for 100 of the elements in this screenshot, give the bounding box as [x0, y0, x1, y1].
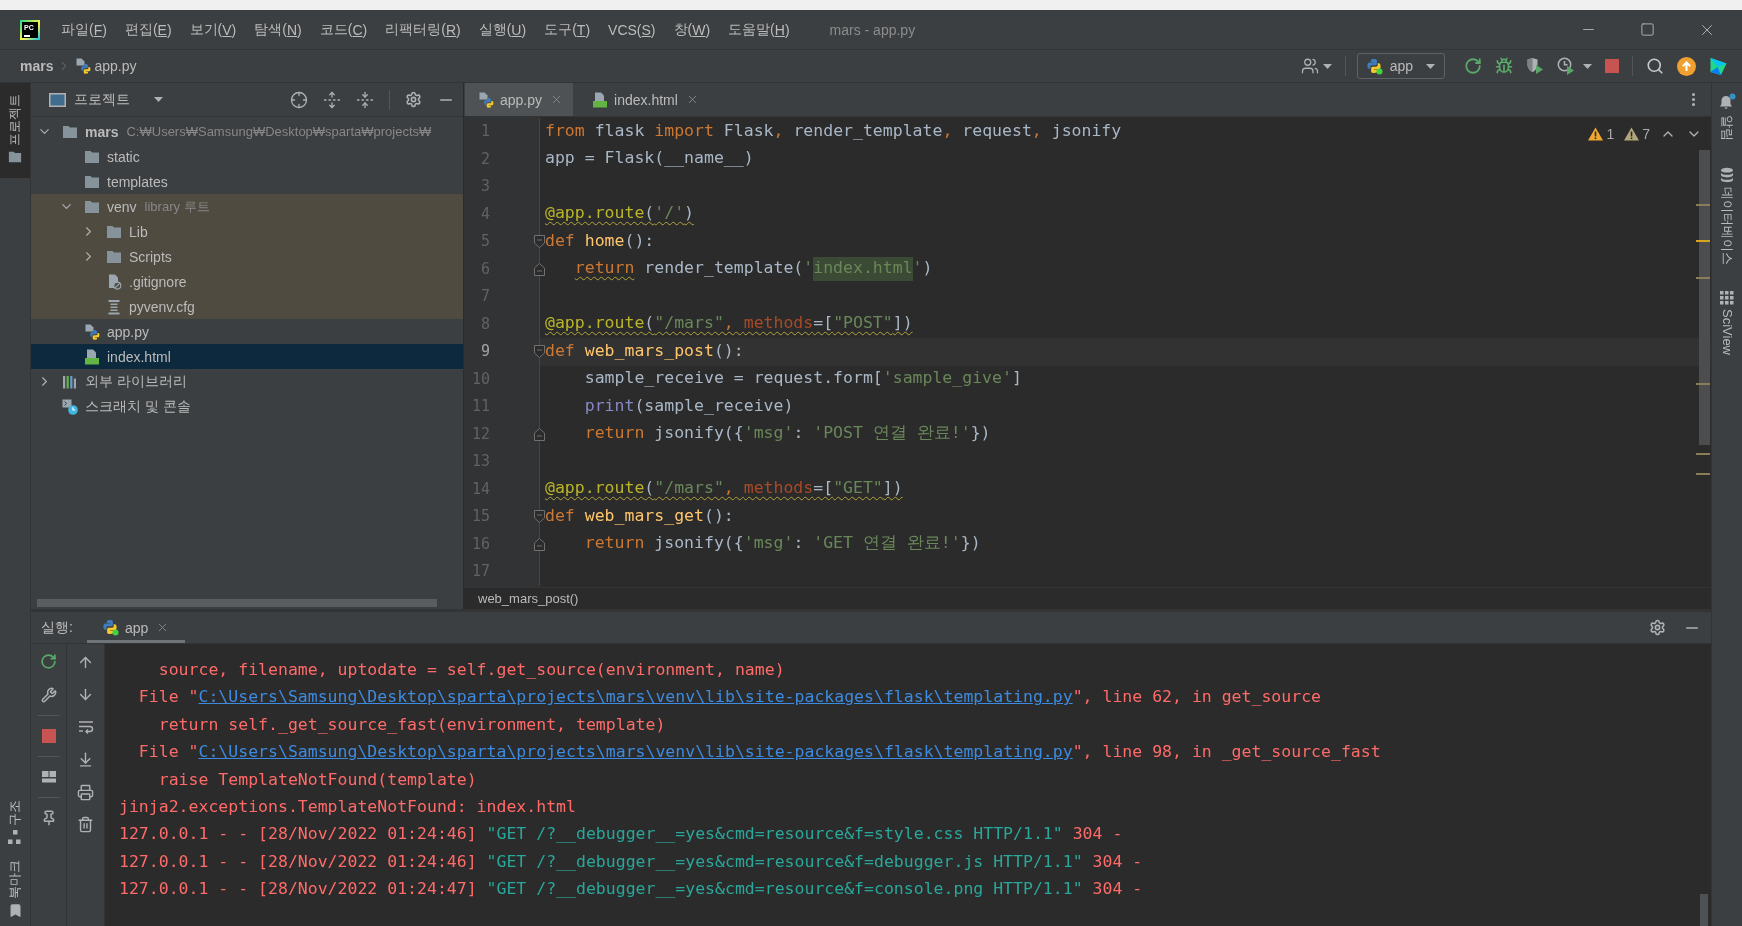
maximize-icon[interactable] — [1640, 22, 1655, 37]
menu-item[interactable]: 코드(C) — [310, 15, 377, 44]
inspection-counter[interactable]: 7 — [1624, 126, 1650, 142]
tree-item[interactable]: Scripts — [31, 244, 463, 269]
unfold-icon[interactable] — [323, 90, 341, 109]
database-icon — [1719, 167, 1735, 183]
tree-item[interactable]: templates — [31, 169, 174, 194]
tree-item[interactable]: Lib — [31, 219, 463, 244]
vertical-scrollbar[interactable] — [1699, 150, 1710, 445]
search-icon[interactable] — [1646, 57, 1664, 75]
python-file-icon — [478, 91, 494, 108]
tool-window-button[interactable]: 북마크 — [0, 852, 30, 926]
settings-icon[interactable] — [405, 91, 422, 108]
caret-icon[interactable] — [1583, 63, 1592, 69]
file-link[interactable]: C:\Users\Samsung\Desktop\sparta\projects\mars\venv\lib\site-packages\flask\templating.py — [198, 687, 1073, 707]
menu-item[interactable]: 파일(F) — [52, 15, 116, 44]
code-line: return jsonify({'msg': 'GET 연결 완료!'}) — [583, 532, 981, 555]
folder-icon — [62, 123, 78, 140]
wrench-icon[interactable] — [40, 687, 57, 703]
menu-item[interactable]: 리팩터링(R) — [376, 15, 470, 44]
menu-item[interactable]: 실행(U) — [469, 15, 536, 44]
fold-marker-icon[interactable] — [534, 427, 545, 441]
panels-icon[interactable] — [40, 769, 57, 785]
editor-tab[interactable]: index.html — [579, 83, 709, 116]
settings-icon[interactable] — [1649, 619, 1666, 636]
folder-icon — [84, 173, 100, 190]
python-file-icon — [84, 323, 100, 340]
fold-marker-icon[interactable] — [534, 345, 545, 359]
tool-window-button[interactable]: 프로젝트 — [0, 83, 30, 178]
code-line: def web_mars_post(): — [545, 339, 744, 362]
folder-icon — [8, 150, 22, 164]
vertical-scrollbar[interactable] — [1700, 894, 1708, 926]
menu-item[interactable]: 탐색(N) — [245, 15, 311, 44]
printer-icon[interactable] — [77, 783, 94, 801]
menu-item[interactable]: 보기(V) — [180, 15, 246, 44]
circular-arrow-icon[interactable] — [1464, 57, 1482, 75]
logo-icon[interactable] — [1709, 56, 1728, 76]
bug-icon[interactable] — [1495, 57, 1513, 75]
editor-tab[interactable]: app.py — [465, 83, 574, 116]
console-line: return self._get_source_fast(environment, template) — [157, 713, 666, 736]
project-view-selector[interactable]: 프로젝트 — [49, 90, 163, 109]
fold-marker-icon[interactable] — [534, 235, 545, 249]
users-icon[interactable] — [1300, 57, 1319, 75]
fold-marker-icon[interactable] — [534, 262, 545, 276]
window-icon — [49, 91, 66, 108]
grid-icon — [1720, 291, 1734, 305]
file-link[interactable]: C:\Users\Samsung\Desktop\sparta\projects\mars\venv\lib\site-packages\flask\templating.py — [198, 742, 1073, 762]
arrow-to-line-icon[interactable] — [77, 751, 94, 769]
file-icon — [592, 91, 609, 108]
trash-icon[interactable] — [77, 816, 94, 834]
run-configuration-dropdown[interactable]: app — [1356, 53, 1445, 79]
code-line: @app.route('/') — [545, 202, 695, 225]
tool-window-button[interactable]: 구조 — [0, 792, 30, 852]
menu-item[interactable]: 도움말(H) — [719, 15, 799, 44]
tree-item[interactable]: index.html — [31, 344, 463, 369]
tree-item[interactable]: pyvenv.cfg — [31, 294, 463, 319]
console-clock-icon — [62, 398, 78, 415]
code-line: print(sample_receive) — [583, 394, 794, 417]
caret-icon — [1426, 63, 1435, 69]
folder-icon — [84, 198, 100, 215]
caret-icon — [154, 97, 163, 102]
circular-arrow-icon[interactable] — [40, 652, 57, 670]
tool-window-button[interactable]: 알림 — [1712, 91, 1742, 143]
console-line: File "C:\Users\Samsung\Desktop\sparta\projects\mars\venv\lib\site-packages\flask\templating.py", line 98, in _get_source_fast — [137, 741, 1381, 764]
shield-play-icon[interactable] — [1526, 57, 1544, 75]
inspection-counter[interactable]: 1 — [1588, 126, 1615, 142]
breadcrumb-item[interactable]: app.py — [75, 58, 137, 74]
tree-item[interactable]: static — [31, 144, 146, 169]
tree-item[interactable]: app.py — [31, 319, 156, 344]
caret-icon[interactable] — [1322, 63, 1332, 69]
breadcrumb-item[interactable]: web_mars_post() — [478, 591, 579, 606]
clock-play-icon[interactable] — [1557, 57, 1575, 75]
tree-item[interactable]: 외부 라이브러리 — [31, 369, 193, 394]
console-line: 127.0.0.1 - - [28/Nov/2022 01:24:46] "GET /?__debugger__=yes&cmd=resource&f=debugger.js HTTP/1.1" 304 - — [119, 850, 1143, 873]
tree-item[interactable]: .gitignore — [31, 269, 463, 294]
tool-window-button[interactable]: 데이터베이스 — [1712, 165, 1742, 267]
stop-icon[interactable] — [41, 729, 56, 743]
code-line: sample_receive = request.form['sample_give'] — [583, 367, 1022, 390]
tool-window-button[interactable]: SciView — [1712, 289, 1742, 357]
breadcrumb-item[interactable]: mars — [20, 58, 54, 74]
crosshair-icon[interactable] — [290, 90, 308, 109]
tree-item[interactable]: 스크래치 및 콘솔 — [31, 394, 197, 419]
item-hint: library 루트 — [144, 197, 210, 216]
tree-item[interactable]: venv library 루트 — [31, 194, 463, 219]
fold-marker-icon[interactable] — [534, 537, 545, 551]
menu-item[interactable]: 창(W) — [664, 15, 720, 44]
menu-item[interactable]: 도구(T) — [535, 15, 600, 44]
horizontal-scrollbar[interactable] — [37, 599, 437, 607]
wrap-icon[interactable] — [77, 719, 94, 736]
code-line: app = Flask(__name__) — [545, 147, 754, 170]
menu-item[interactable]: VCS(S) — [599, 15, 665, 44]
bookmark-icon — [7, 903, 23, 918]
fold-marker-icon[interactable] — [534, 510, 545, 524]
blocked-file-icon — [106, 273, 122, 290]
menu-item[interactable]: 편집(E) — [115, 15, 181, 44]
item-hint: C:₩Users₩Samsung₩Desktop₩sparta₩projects₩ — [126, 124, 432, 139]
console-line: 127.0.0.1 - - [28/Nov/2022 01:24:47] "GET /?__debugger__=yes&cmd=resource&f=console.png HTTP/1.1" 304 - — [119, 878, 1143, 901]
tree-item[interactable]: mars C:₩Users₩Samsung₩Desktop₩sparta₩projects₩ — [31, 119, 438, 144]
up-arrow-circle-icon[interactable] — [1677, 56, 1696, 76]
fold-icon[interactable] — [356, 90, 374, 109]
